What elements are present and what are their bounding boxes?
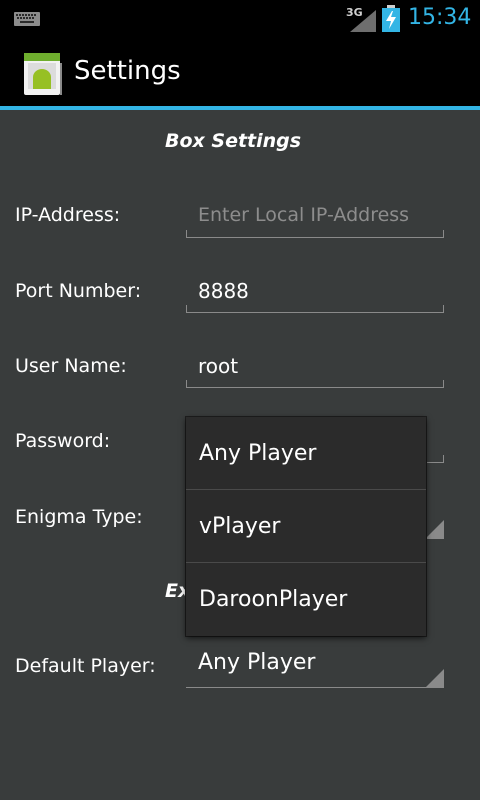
android-app-icon[interactable] bbox=[24, 53, 62, 95]
page-title: Settings bbox=[74, 56, 181, 86]
default-player-spinner[interactable]: Any Player bbox=[186, 646, 444, 688]
user-name-field[interactable]: root bbox=[186, 348, 444, 388]
keyboard-icon bbox=[14, 12, 40, 26]
dropdown-option-vplayer[interactable]: vPlayer bbox=[186, 490, 426, 563]
battery-charging-icon bbox=[382, 5, 400, 32]
user-name-label: User Name: bbox=[15, 355, 127, 377]
dropdown-option-daroonplayer[interactable]: DaroonPlayer bbox=[186, 563, 426, 636]
section-title-box-settings: Box Settings bbox=[165, 130, 302, 152]
enigma-type-label: Enigma Type: bbox=[15, 506, 143, 528]
port-number-field[interactable]: 8888 bbox=[186, 273, 444, 313]
default-player-label: Default Player: bbox=[15, 655, 156, 677]
spinner-arrow-icon bbox=[426, 520, 444, 538]
player-dropdown-popup: Any Player vPlayer DaroonPlayer bbox=[186, 417, 426, 636]
clock: 15:34 bbox=[408, 5, 472, 30]
default-player-value: Any Player bbox=[198, 650, 316, 675]
port-number-label: Port Number: bbox=[15, 280, 142, 302]
spinner-arrow-icon bbox=[426, 669, 444, 687]
password-label: Password: bbox=[15, 430, 111, 452]
status-bar: 3G 15:34 bbox=[0, 0, 480, 38]
signal-icon: 3G bbox=[346, 6, 376, 32]
action-bar: Settings bbox=[0, 38, 480, 110]
dropdown-option-any-player[interactable]: Any Player bbox=[186, 417, 426, 490]
ip-address-field[interactable]: Enter Local IP-Address bbox=[186, 198, 444, 238]
ip-address-label: IP-Address: bbox=[15, 204, 121, 226]
